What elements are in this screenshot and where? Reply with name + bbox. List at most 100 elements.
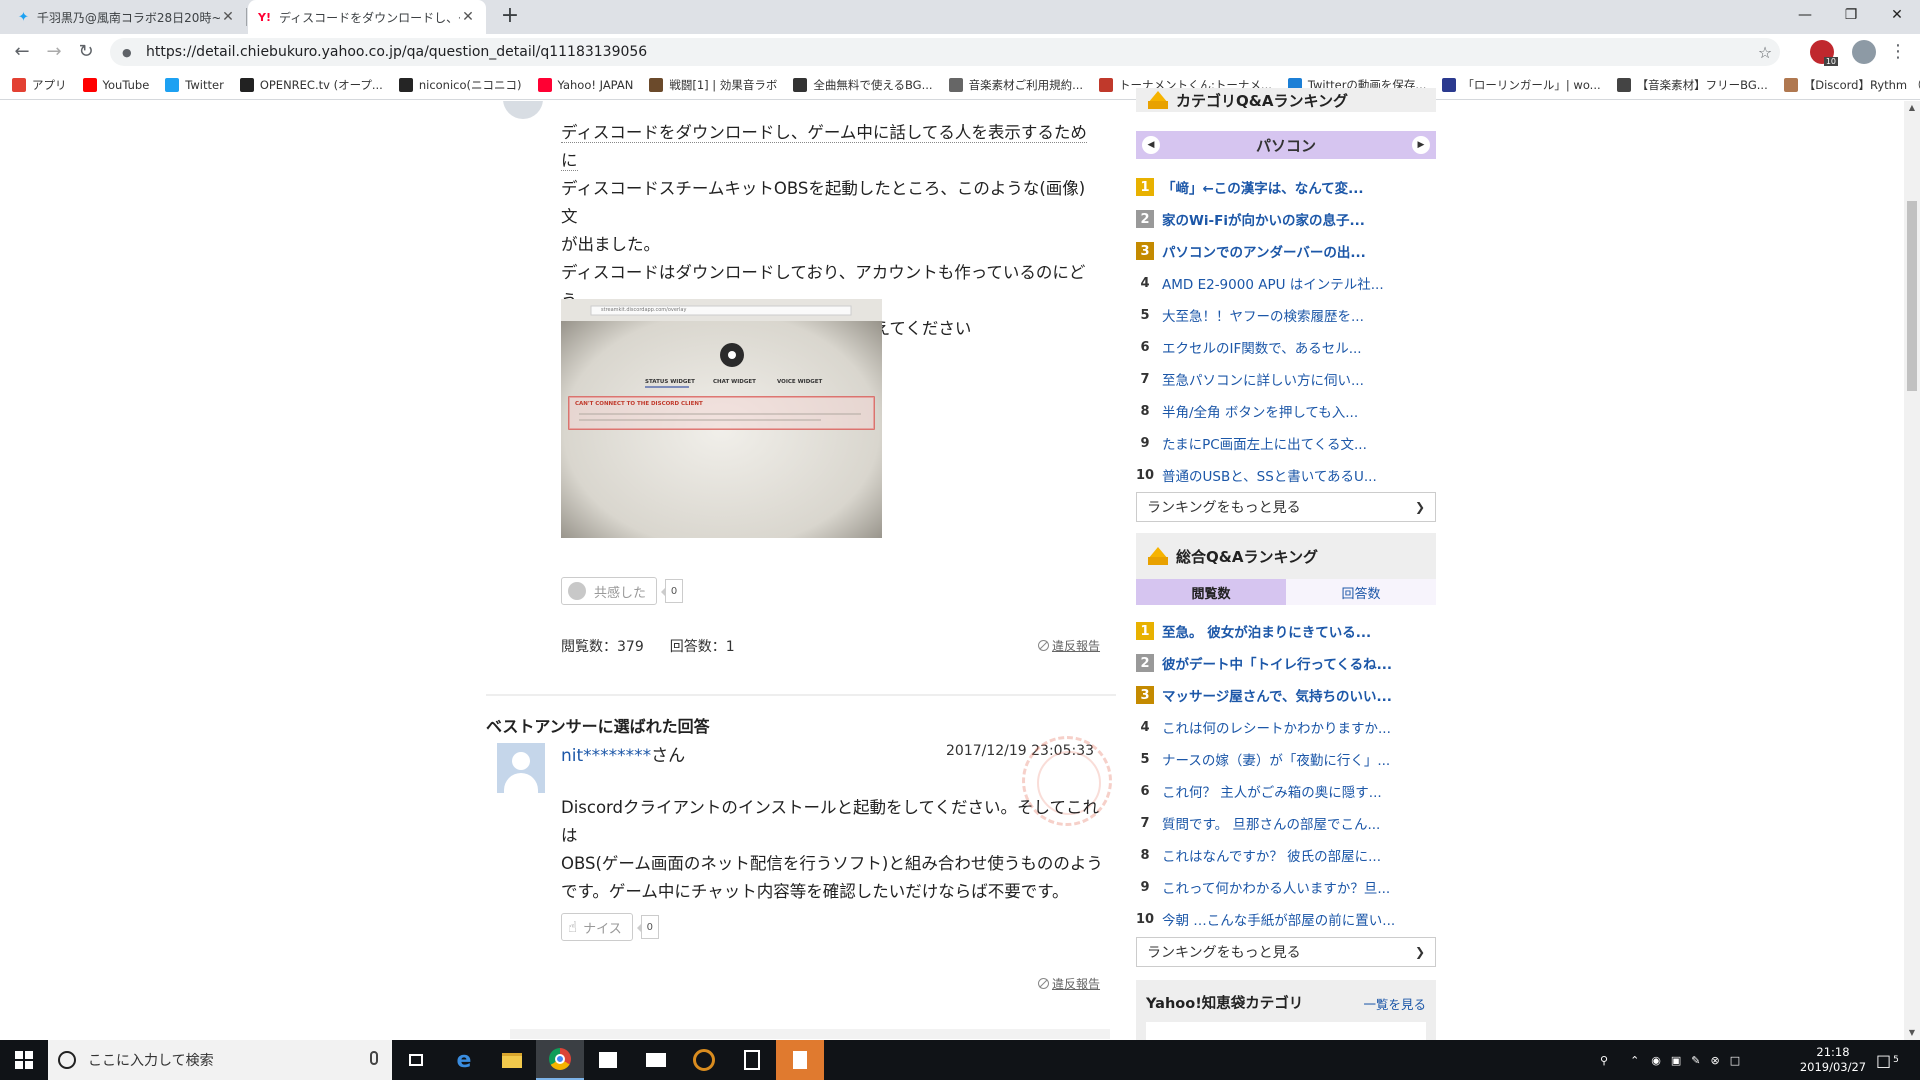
ranking-link[interactable]: 至急。 彼女が泊まりにきている...: [1162, 621, 1371, 641]
new-tab-button[interactable]: +: [496, 2, 524, 30]
ranking-link[interactable]: AMD E2-9000 APU はインテル社...: [1162, 273, 1384, 293]
ranking-link[interactable]: エクセルのIF関数で、あるセル...: [1162, 337, 1362, 357]
bookmark-item[interactable]: アプリ: [12, 77, 67, 93]
ranking-link[interactable]: 家のWi-Fiが向かいの家の息子...: [1162, 209, 1365, 229]
ranking-item[interactable]: 5 ナースの嫁（妻）が「夜勤に行く」...: [1136, 743, 1436, 775]
ranking-item[interactable]: 6 エクセルのIF関数で、あるセル...: [1136, 331, 1436, 363]
address-bar[interactable]: ● https://detail.chiebukuro.yahoo.co.jp/…: [110, 38, 1780, 66]
answerer-username-link[interactable]: nit********: [561, 746, 651, 766]
ranking-item[interactable]: 9 たまにPC画面左上に出てくる文...: [1136, 427, 1436, 459]
tray-chevron-up-icon[interactable]: ⌃: [1630, 1054, 1639, 1067]
tab-twitter[interactable]: ✦ 千羽黒乃@風南コラボ28日20時~ ✕: [8, 0, 246, 34]
scroll-up-arrow-icon[interactable]: ▲: [1904, 101, 1920, 115]
microphone-icon[interactable]: [370, 1051, 378, 1065]
chrome-icon[interactable]: [536, 1040, 584, 1080]
prev-arrow-icon[interactable]: ◀: [1142, 136, 1160, 154]
ranking-link[interactable]: ナースの嫁（妻）が「夜勤に行く」...: [1162, 749, 1390, 769]
close-icon[interactable]: ✕: [220, 9, 236, 25]
reload-icon[interactable]: ↻: [72, 38, 100, 66]
minimize-button[interactable]: —: [1782, 0, 1828, 30]
bookmark-item[interactable]: niconico(ニコニコ): [398, 77, 522, 93]
next-arrow-icon[interactable]: ▶: [1412, 136, 1430, 154]
task-view-icon[interactable]: [392, 1040, 440, 1080]
answerer-avatar[interactable]: [497, 743, 545, 793]
bookmark-item[interactable]: 【音楽素材】フリーBG...: [1616, 77, 1768, 93]
ranking-item[interactable]: 4 これは何のレシートかわかりますか...: [1136, 711, 1436, 743]
bookmark-item[interactable]: 【Discord】Rythm （...: [1783, 77, 1920, 93]
ranking-link[interactable]: たまにPC画面左上に出てくる文...: [1162, 433, 1367, 453]
network-icon[interactable]: ▣: [1671, 1054, 1681, 1067]
empathy-button[interactable]: 共感した: [561, 577, 658, 605]
bookmark-item[interactable]: YouTube: [82, 77, 149, 92]
action-center-icon[interactable]: □ 5: [1876, 1040, 1899, 1080]
see-all-link[interactable]: 一覧を見る: [1363, 994, 1426, 1013]
start-button[interactable]: [0, 1040, 48, 1080]
ranking-link[interactable]: 普通のUSBと、SSと書いてあるU...: [1162, 465, 1377, 485]
back-arrow-icon[interactable]: ←: [8, 38, 36, 66]
volume-muted-icon[interactable]: ⊗: [1711, 1054, 1720, 1067]
discord-tray-icon[interactable]: ◉: [1651, 1054, 1661, 1067]
tab-views[interactable]: 閲覧数: [1136, 579, 1286, 605]
report-link[interactable]: 違反報告: [1038, 637, 1100, 654]
ranking-item[interactable]: 1 至急。 彼女が泊まりにきている...: [1136, 615, 1436, 647]
tab-answers[interactable]: 回答数: [1286, 579, 1436, 605]
ranking-link[interactable]: 彼がデート中「トイレ行ってくるね...: [1162, 653, 1392, 673]
ranking-link[interactable]: これって何かわかる人いますか？旦...: [1162, 877, 1390, 897]
ranking-link[interactable]: マッサージ屋さんで、気持ちのいい...: [1162, 685, 1392, 705]
ranking-item[interactable]: 3 パソコンでのアンダーバーの出...: [1136, 235, 1436, 267]
forward-arrow-icon[interactable]: →: [40, 38, 68, 66]
ranking-link[interactable]: 半角/全角 ボタンを押しても入...: [1162, 401, 1358, 421]
ranking-item[interactable]: 1 「﨑」←この漢字は、なんて変...: [1136, 171, 1436, 203]
file-explorer-icon[interactable]: [488, 1040, 536, 1080]
ranking-link[interactable]: これはなんですか？ 彼氏の部屋に...: [1162, 845, 1381, 865]
menu-dots-icon[interactable]: ⋮: [1884, 38, 1912, 66]
question-image[interactable]: streamkit.discordapp.com/overlay STATUS …: [561, 299, 882, 538]
ranking-link[interactable]: 今朝 …こんな手紙が部屋の前に置い...: [1162, 909, 1395, 929]
ranking-link[interactable]: 至急パソコンに詳しい方に伺い...: [1162, 369, 1364, 389]
profile-avatar[interactable]: [1852, 40, 1876, 64]
ranking-item[interactable]: 8 これはなんですか？ 彼氏の部屋に...: [1136, 839, 1436, 871]
ranking-link[interactable]: 質問です。 旦那さんの部屋でこん...: [1162, 813, 1380, 833]
nice-button[interactable]: ☝ ナイス: [561, 913, 633, 941]
ranking-item[interactable]: 2 彼がデート中「トイレ行ってくるね...: [1136, 647, 1436, 679]
answer-report-link[interactable]: 違反報告: [1038, 975, 1100, 992]
ranking-item[interactable]: 4 AMD E2-9000 APU はインテル社...: [1136, 267, 1436, 299]
obs-icon[interactable]: [680, 1040, 728, 1080]
ranking-link[interactable]: 「﨑」←この漢字は、なんて変...: [1162, 177, 1364, 197]
bookmark-item[interactable]: 戦闘[1] | 効果音ラボ: [649, 77, 777, 93]
extension-icon[interactable]: 10: [1810, 40, 1838, 66]
edge-icon[interactable]: e: [440, 1040, 488, 1080]
bookmark-item[interactable]: 全曲無料で使えるBG...: [793, 77, 933, 93]
notepad-icon[interactable]: [776, 1040, 824, 1080]
ranking-item[interactable]: 6 これ何？ 主人がごみ箱の奥に隠す...: [1136, 775, 1436, 807]
ranking-item[interactable]: 5 大至急！！ヤフーの検索履歴を...: [1136, 299, 1436, 331]
taskbar-clock[interactable]: 21:18 2019/03/27: [1798, 1045, 1868, 1075]
ranking-item[interactable]: 7 質問です。 旦那さんの部屋でこん...: [1136, 807, 1436, 839]
film-editor-icon[interactable]: [728, 1040, 776, 1080]
ime-icon[interactable]: □: [1730, 1054, 1740, 1067]
tab-chiebukuro[interactable]: Y! ディスコードをダウンロードし、ゲーム中に ✕: [248, 0, 486, 34]
people-icon[interactable]: ⚲: [1600, 1054, 1608, 1067]
ranking-item[interactable]: 10 今朝 …こんな手紙が部屋の前に置い...: [1136, 903, 1436, 935]
close-icon[interactable]: ✕: [460, 9, 476, 25]
ranking-item[interactable]: 10 普通のUSBと、SSと書いてあるU...: [1136, 459, 1436, 491]
bookmark-item[interactable]: 音楽素材ご利用規約...: [948, 77, 1083, 93]
scrollbar-thumb[interactable]: [1907, 201, 1917, 391]
ranking-item[interactable]: 8 半角/全角 ボタンを押しても入...: [1136, 395, 1436, 427]
maximize-button[interactable]: ❐: [1828, 0, 1874, 30]
pen-icon[interactable]: ✎: [1691, 1054, 1700, 1067]
store-icon[interactable]: [584, 1040, 632, 1080]
window-close-button[interactable]: ✕: [1874, 0, 1920, 30]
scroll-down-arrow-icon[interactable]: ▼: [1904, 1026, 1920, 1040]
ranking-link[interactable]: パソコンでのアンダーバーの出...: [1162, 241, 1366, 261]
bookmark-item[interactable]: 「ローリンガール」| wo...: [1442, 77, 1601, 93]
bookmark-item[interactable]: Twitter: [165, 77, 224, 92]
bookmark-item[interactable]: OPENREC.tv (オープ...: [239, 77, 383, 93]
category-ranking-more-button[interactable]: ランキングをもっと見る ❯: [1136, 492, 1436, 522]
ranking-item[interactable]: 7 至急パソコンに詳しい方に伺い...: [1136, 363, 1436, 395]
ranking-link[interactable]: これ何？ 主人がごみ箱の奥に隠す...: [1162, 781, 1382, 801]
ranking-link[interactable]: これは何のレシートかわかりますか...: [1162, 717, 1391, 737]
overall-ranking-more-button[interactable]: ランキングをもっと見る ❯: [1136, 937, 1436, 967]
page-scrollbar[interactable]: ▲ ▼: [1904, 101, 1920, 1040]
ranking-item[interactable]: 9 これって何かわかる人いますか？旦...: [1136, 871, 1436, 903]
